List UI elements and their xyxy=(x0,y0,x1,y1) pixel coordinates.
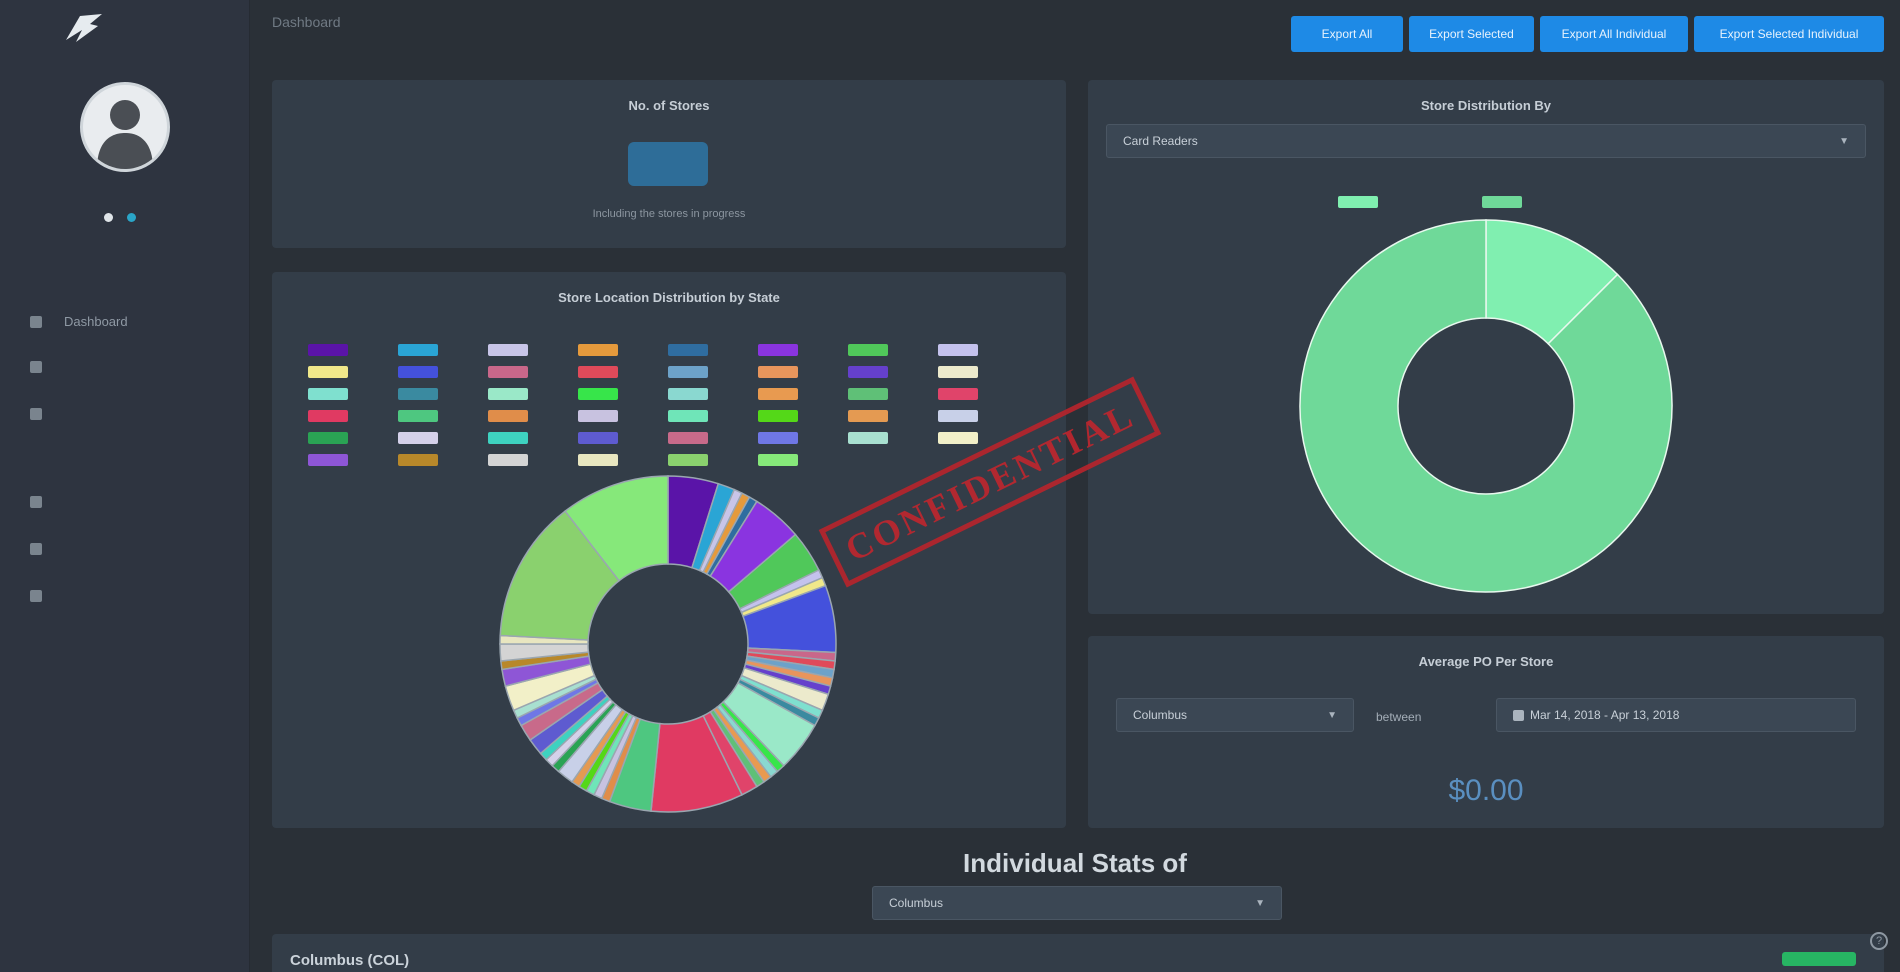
shop-icon xyxy=(30,590,42,602)
export-selected-individual-button[interactable]: Export Selected Individual xyxy=(1694,16,1884,52)
export-all-button[interactable]: Export All xyxy=(1291,16,1403,52)
avatar[interactable] xyxy=(80,82,170,172)
export-selected-button[interactable]: Export Selected xyxy=(1409,16,1534,52)
sidebar-item-3[interactable] xyxy=(30,408,64,420)
store-select[interactable]: Columbus ▼ xyxy=(1116,698,1354,732)
calendar-icon xyxy=(1513,709,1524,721)
select-value: Columbus xyxy=(889,896,944,910)
status-badge xyxy=(1782,952,1856,966)
chevron-down-icon: ▼ xyxy=(1327,709,1337,721)
sidebar: Dashboard xyxy=(0,0,250,972)
store-card-title: Columbus (COL) xyxy=(290,952,410,969)
sidebar-item-6[interactable] xyxy=(30,590,64,602)
receipt-icon xyxy=(30,496,42,508)
card-title: Average PO Per Store xyxy=(1418,654,1554,669)
sidebar-item-4[interactable] xyxy=(30,496,64,508)
card-title: No. of Stores xyxy=(628,98,710,113)
status-dots xyxy=(104,213,136,222)
average-po-card: Average PO Per Store Columbus ▼ between … xyxy=(1088,636,1884,828)
help-icon[interactable]: ? xyxy=(1870,932,1888,950)
export-toolbar: Export All Export Selected Export All In… xyxy=(1291,16,1884,52)
pie-slice[interactable] xyxy=(1299,219,1673,593)
grid-icon xyxy=(30,543,42,555)
status-dot-info xyxy=(127,213,136,222)
chevron-down-icon: ▼ xyxy=(1255,897,1265,909)
sidebar-item-label: Dashboard xyxy=(64,314,128,329)
dashboard-icon xyxy=(30,315,42,328)
distribution-donut-chart xyxy=(1299,219,1673,593)
sidebar-item-2[interactable] xyxy=(30,361,64,373)
export-all-individual-button[interactable]: Export All Individual xyxy=(1540,16,1688,52)
user-silhouette-icon xyxy=(97,100,153,169)
list-icon xyxy=(30,361,42,373)
individual-store-card: Columbus (COL) xyxy=(272,934,1884,972)
date-range-input[interactable]: Mar 14, 2018 - Apr 13, 2018 xyxy=(1496,698,1856,732)
store-icon xyxy=(30,408,42,420)
select-value: Columbus xyxy=(1133,708,1188,722)
average-po-value: $0.00 xyxy=(1448,774,1524,807)
store-count-value xyxy=(628,142,708,186)
between-label: between xyxy=(1376,710,1422,724)
stores-count-card: No. of Stores Including the stores in pr… xyxy=(272,80,1066,248)
status-dot-online xyxy=(104,213,113,222)
logo-icon xyxy=(66,14,102,42)
brand[interactable] xyxy=(62,10,112,44)
page-title: Dashboard xyxy=(272,14,341,30)
sidebar-item-dashboard[interactable]: Dashboard xyxy=(30,314,128,329)
store-distribution-card: Store Distribution By Card Readers ▼ xyxy=(1088,80,1884,614)
sidebar-item-5[interactable] xyxy=(30,543,64,555)
individual-stats-title: Individual Stats of xyxy=(963,848,1187,878)
location-distribution-card: Store Location Distribution by State xyxy=(272,272,1066,828)
date-range-value: Mar 14, 2018 - Apr 13, 2018 xyxy=(1530,708,1680,722)
card-subtitle: Including the stores in progress xyxy=(592,208,746,220)
individual-store-select[interactable]: Columbus ▼ xyxy=(872,886,1282,920)
state-donut-chart xyxy=(499,475,837,813)
